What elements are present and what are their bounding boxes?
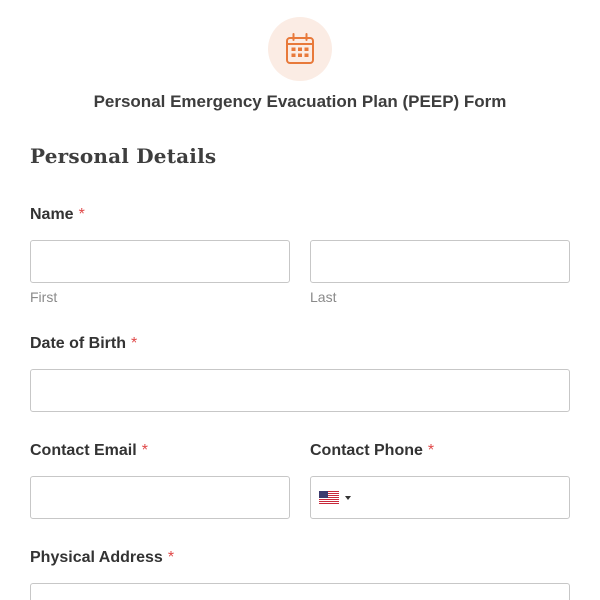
required-marker: * <box>131 335 138 352</box>
phone-input[interactable] <box>310 476 570 519</box>
required-marker: * <box>141 442 148 459</box>
chevron-down-icon <box>345 495 351 500</box>
dob-label-text: Date of Birth <box>30 335 126 352</box>
calendar-icon <box>286 33 314 64</box>
name-label-text: Name <box>30 206 74 223</box>
address-input[interactable] <box>30 583 570 600</box>
section-title: Personal Details <box>30 144 217 168</box>
first-name-input[interactable] <box>30 240 290 283</box>
required-marker: * <box>167 549 175 566</box>
us-flag-icon <box>319 491 339 504</box>
last-name-sublabel: Last <box>310 289 337 305</box>
dob-label: Date of Birth * <box>30 335 137 353</box>
phone-label: Contact Phone * <box>310 442 434 460</box>
email-input[interactable] <box>30 476 290 519</box>
required-marker: * <box>78 206 85 223</box>
email-label: Contact Email * <box>30 442 148 460</box>
address-label-text: Physical Address <box>30 549 163 566</box>
last-name-input[interactable] <box>310 240 570 283</box>
form-title: Personal Emergency Evacuation Plan (PEEP… <box>93 92 507 111</box>
country-select[interactable] <box>319 491 351 504</box>
dob-input[interactable] <box>30 369 570 412</box>
name-label: Name * <box>30 206 85 224</box>
email-label-text: Contact Email <box>30 442 137 459</box>
first-name-sublabel: First <box>30 289 58 305</box>
phone-label-text: Contact Phone <box>310 442 423 459</box>
required-marker: * <box>427 442 435 459</box>
address-label: Physical Address * <box>30 549 174 567</box>
form-icon-badge <box>268 17 332 81</box>
